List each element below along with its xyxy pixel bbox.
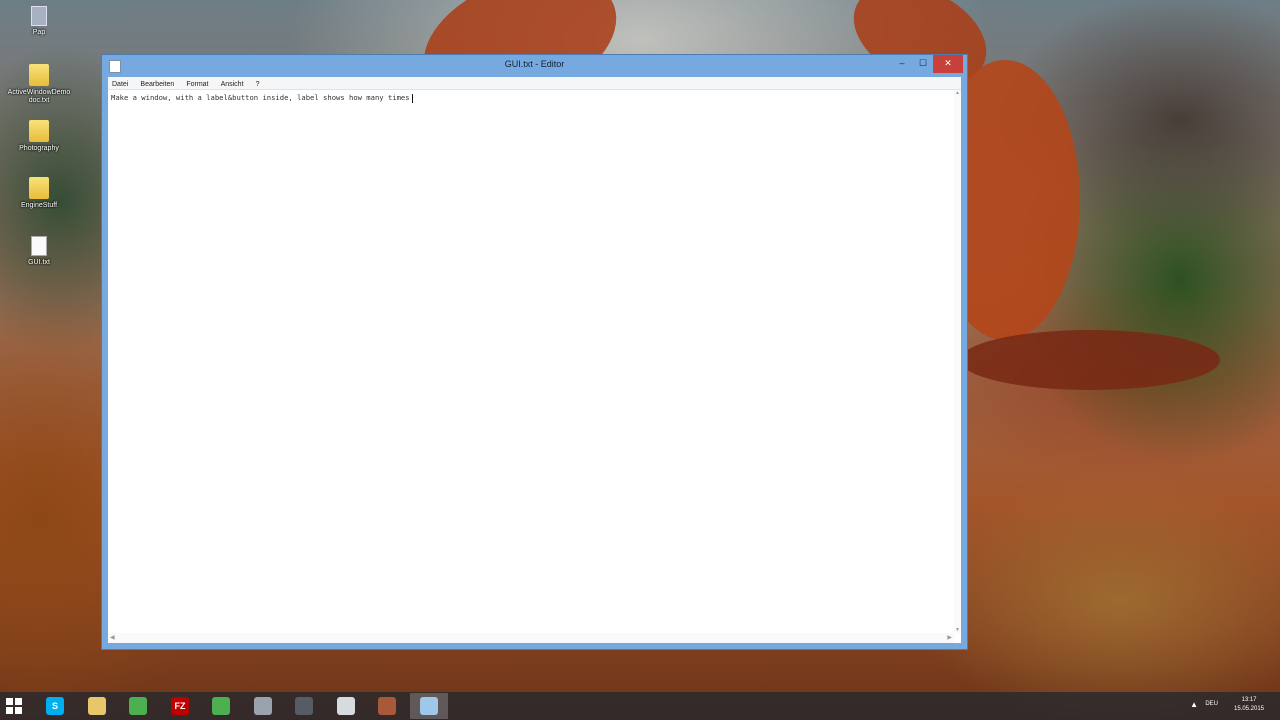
language-indicator[interactable]: DEU bbox=[1205, 701, 1218, 707]
skype-icon: S bbox=[46, 697, 64, 715]
app-dark-icon bbox=[295, 697, 313, 715]
editor-content[interactable]: Make a window, with a label&button insid… bbox=[111, 93, 413, 103]
minimize-button[interactable]: – bbox=[891, 55, 913, 73]
chrome-icon bbox=[129, 697, 147, 715]
folder-icon bbox=[29, 64, 49, 86]
scroll-left-icon[interactable]: ◀ bbox=[110, 634, 115, 641]
desktop-icon-label: EngineStuff bbox=[20, 202, 58, 209]
scroll-down-icon[interactable]: ▼ bbox=[955, 627, 960, 633]
notepad-window[interactable]: GUI.txt - Editor – ☐ ✕ Datei Bearbeiten … bbox=[101, 54, 968, 650]
taskbar-app-chrome[interactable] bbox=[119, 693, 157, 719]
filezilla-icon: FZ bbox=[171, 697, 189, 715]
taskbar-app-app-dark[interactable] bbox=[285, 693, 323, 719]
desktop-icon-label: ActiveWindowDemo doc.txt bbox=[7, 89, 71, 104]
horizontal-scrollbar[interactable]: ◀ ▶ bbox=[108, 633, 954, 643]
editor-text: Make a window, with a label&button insid… bbox=[111, 93, 410, 102]
vertical-scrollbar[interactable]: ▲ ▼ bbox=[954, 90, 961, 633]
taskbar-app-notepad[interactable] bbox=[410, 693, 448, 719]
clock-date: 15.05.2015 bbox=[1233, 706, 1265, 712]
clock[interactable]: 13:17 15.05.2015 bbox=[1226, 696, 1272, 714]
taskbar-app-filezilla[interactable]: FZ bbox=[161, 693, 199, 719]
text-file-icon bbox=[31, 236, 47, 256]
notepad-icon bbox=[420, 697, 438, 715]
start-button[interactable] bbox=[6, 698, 22, 714]
desktop-icon-folder[interactable]: EngineStuff bbox=[6, 177, 72, 210]
scroll-up-icon[interactable]: ▲ bbox=[955, 90, 960, 96]
windows-logo-icon bbox=[15, 707, 22, 714]
text-editor-area[interactable]: Make a window, with a label&button insid… bbox=[108, 90, 961, 643]
text-caret bbox=[411, 93, 413, 103]
menu-bar: Datei Bearbeiten Format Ansicht ? bbox=[108, 77, 961, 90]
folder-icon bbox=[29, 120, 49, 142]
desktop-icon-file[interactable]: GUI.txt bbox=[6, 236, 72, 267]
title-bar[interactable]: GUI.txt - Editor – ☐ ✕ bbox=[102, 55, 967, 77]
maximize-button[interactable]: ☐ bbox=[913, 55, 933, 73]
close-button[interactable]: ✕ bbox=[933, 55, 963, 73]
recycle-bin-icon bbox=[31, 6, 47, 26]
windows-logo-icon bbox=[6, 707, 13, 714]
app-avatar-icon bbox=[378, 697, 396, 715]
folder-icon bbox=[29, 177, 49, 199]
desktop-icon-label: Pap bbox=[32, 29, 46, 36]
desktop-icon-recycle-bin[interactable]: Pap bbox=[6, 6, 72, 37]
wallpaper-dragon-tail bbox=[960, 330, 1220, 390]
app-gear-icon bbox=[254, 697, 272, 715]
taskbar-app-skype[interactable]: S bbox=[36, 693, 74, 719]
desktop-icon-label: Photography bbox=[19, 145, 59, 152]
taskbar: S FZ ▲ DEU 13:17 15.05.2015 bbox=[0, 692, 1280, 720]
desktop-icon-label: GUI.txt bbox=[28, 259, 50, 266]
taskbar-app-app-gear[interactable] bbox=[244, 693, 282, 719]
chrome-2-icon bbox=[212, 697, 230, 715]
taskbar-app-chrome-2[interactable] bbox=[202, 693, 240, 719]
taskbar-app-app-window[interactable] bbox=[327, 693, 365, 719]
window-title: GUI.txt - Editor bbox=[504, 59, 565, 69]
clock-time: 13:17 bbox=[1241, 697, 1257, 703]
app-window-icon bbox=[337, 697, 355, 715]
desktop-icon-folder[interactable]: ActiveWindowDemo doc.txt bbox=[6, 64, 72, 105]
windows-logo-icon bbox=[6, 698, 13, 705]
scroll-right-icon[interactable]: ▶ bbox=[947, 634, 952, 641]
desktop-icon-folder[interactable]: Photography bbox=[6, 120, 72, 153]
windows-logo-icon bbox=[15, 698, 22, 705]
file-explorer-icon bbox=[88, 697, 106, 715]
taskbar-app-app-avatar[interactable] bbox=[368, 693, 406, 719]
tray-expand-icon[interactable]: ▲ bbox=[1190, 700, 1198, 709]
taskbar-app-file-explorer[interactable] bbox=[78, 693, 116, 719]
